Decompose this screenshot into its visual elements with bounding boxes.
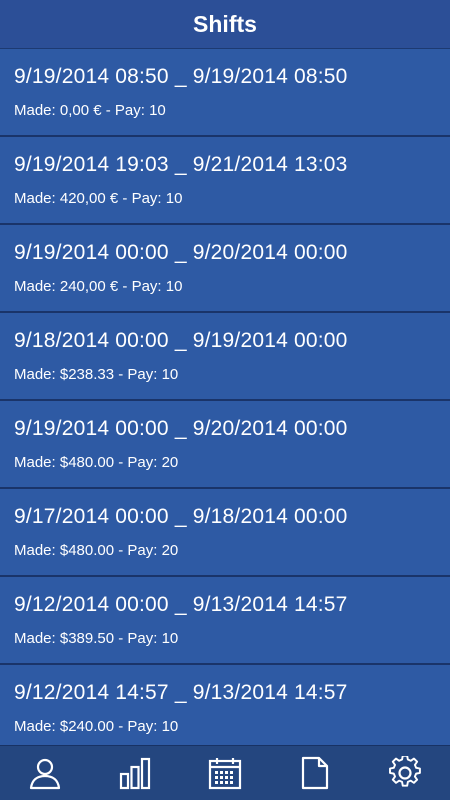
shift-earnings: Made: $240.00 - Pay: 10 xyxy=(14,718,179,735)
shift-earnings: Made: 420,00 € - Pay: 10 xyxy=(14,190,183,207)
app-header: Shifts xyxy=(0,0,450,49)
shift-list-item[interactable]: 9/12/2014 00:00 _ 9/13/2014 14:57 Made: … xyxy=(0,577,450,665)
gear-icon xyxy=(389,756,421,787)
bar-chart-icon xyxy=(119,757,151,790)
shift-date-range: 9/19/2014 19:03 _ 9/21/2014 13:03 xyxy=(14,153,348,176)
shift-list-item[interactable]: 9/17/2014 00:00 _ 9/18/2014 00:00 Made: … xyxy=(0,489,450,577)
tab-documents[interactable] xyxy=(270,746,360,800)
shift-list-item[interactable]: 9/18/2014 00:00 _ 9/19/2014 00:00 Made: … xyxy=(0,313,450,401)
tab-statistics[interactable] xyxy=(90,746,180,800)
shift-date-range: 9/17/2014 00:00 _ 9/18/2014 00:00 xyxy=(14,505,348,528)
shift-date-range: 9/12/2014 00:00 _ 9/13/2014 14:57 xyxy=(14,593,348,616)
shift-list-item[interactable]: 9/19/2014 08:50 _ 9/19/2014 08:50 Made: … xyxy=(0,49,450,137)
tab-settings[interactable] xyxy=(360,746,450,800)
shift-list-item[interactable]: 9/19/2014 00:00 _ 9/20/2014 00:00 Made: … xyxy=(0,401,450,489)
shift-list[interactable]: 9/19/2014 08:50 _ 9/19/2014 08:50 Made: … xyxy=(0,49,450,745)
shift-date-range: 9/18/2014 00:00 _ 9/19/2014 00:00 xyxy=(14,329,348,352)
shift-date-range: 9/19/2014 00:00 _ 9/20/2014 00:00 xyxy=(14,417,348,440)
shift-list-item[interactable]: 9/19/2014 00:00 _ 9/20/2014 00:00 Made: … xyxy=(0,225,450,313)
shift-earnings: Made: 240,00 € - Pay: 10 xyxy=(14,278,183,295)
shift-earnings: Made: $480.00 - Pay: 20 xyxy=(14,454,179,471)
tab-calendar[interactable] xyxy=(180,746,270,800)
bottom-tab-bar xyxy=(0,745,450,800)
document-icon xyxy=(301,756,329,790)
shift-earnings: Made: 0,00 € - Pay: 10 xyxy=(14,102,166,119)
shift-earnings: Made: $480.00 - Pay: 20 xyxy=(14,542,179,559)
shift-list-item[interactable]: 9/12/2014 14:57 _ 9/13/2014 14:57 Made: … xyxy=(0,665,450,745)
shift-earnings: Made: $389.50 - Pay: 10 xyxy=(14,630,179,647)
calendar-icon xyxy=(208,758,242,790)
shift-date-range: 9/19/2014 08:50 _ 9/19/2014 08:50 xyxy=(14,65,348,88)
tab-profile[interactable] xyxy=(0,746,90,800)
shift-date-range: 9/12/2014 14:57 _ 9/13/2014 14:57 xyxy=(14,681,348,704)
person-icon xyxy=(29,758,61,790)
shift-earnings: Made: $238.33 - Pay: 10 xyxy=(14,366,179,383)
shift-list-item[interactable]: 9/19/2014 19:03 _ 9/21/2014 13:03 Made: … xyxy=(0,137,450,225)
page-title: Shifts xyxy=(193,10,257,37)
shift-date-range: 9/19/2014 00:00 _ 9/20/2014 00:00 xyxy=(14,241,348,264)
